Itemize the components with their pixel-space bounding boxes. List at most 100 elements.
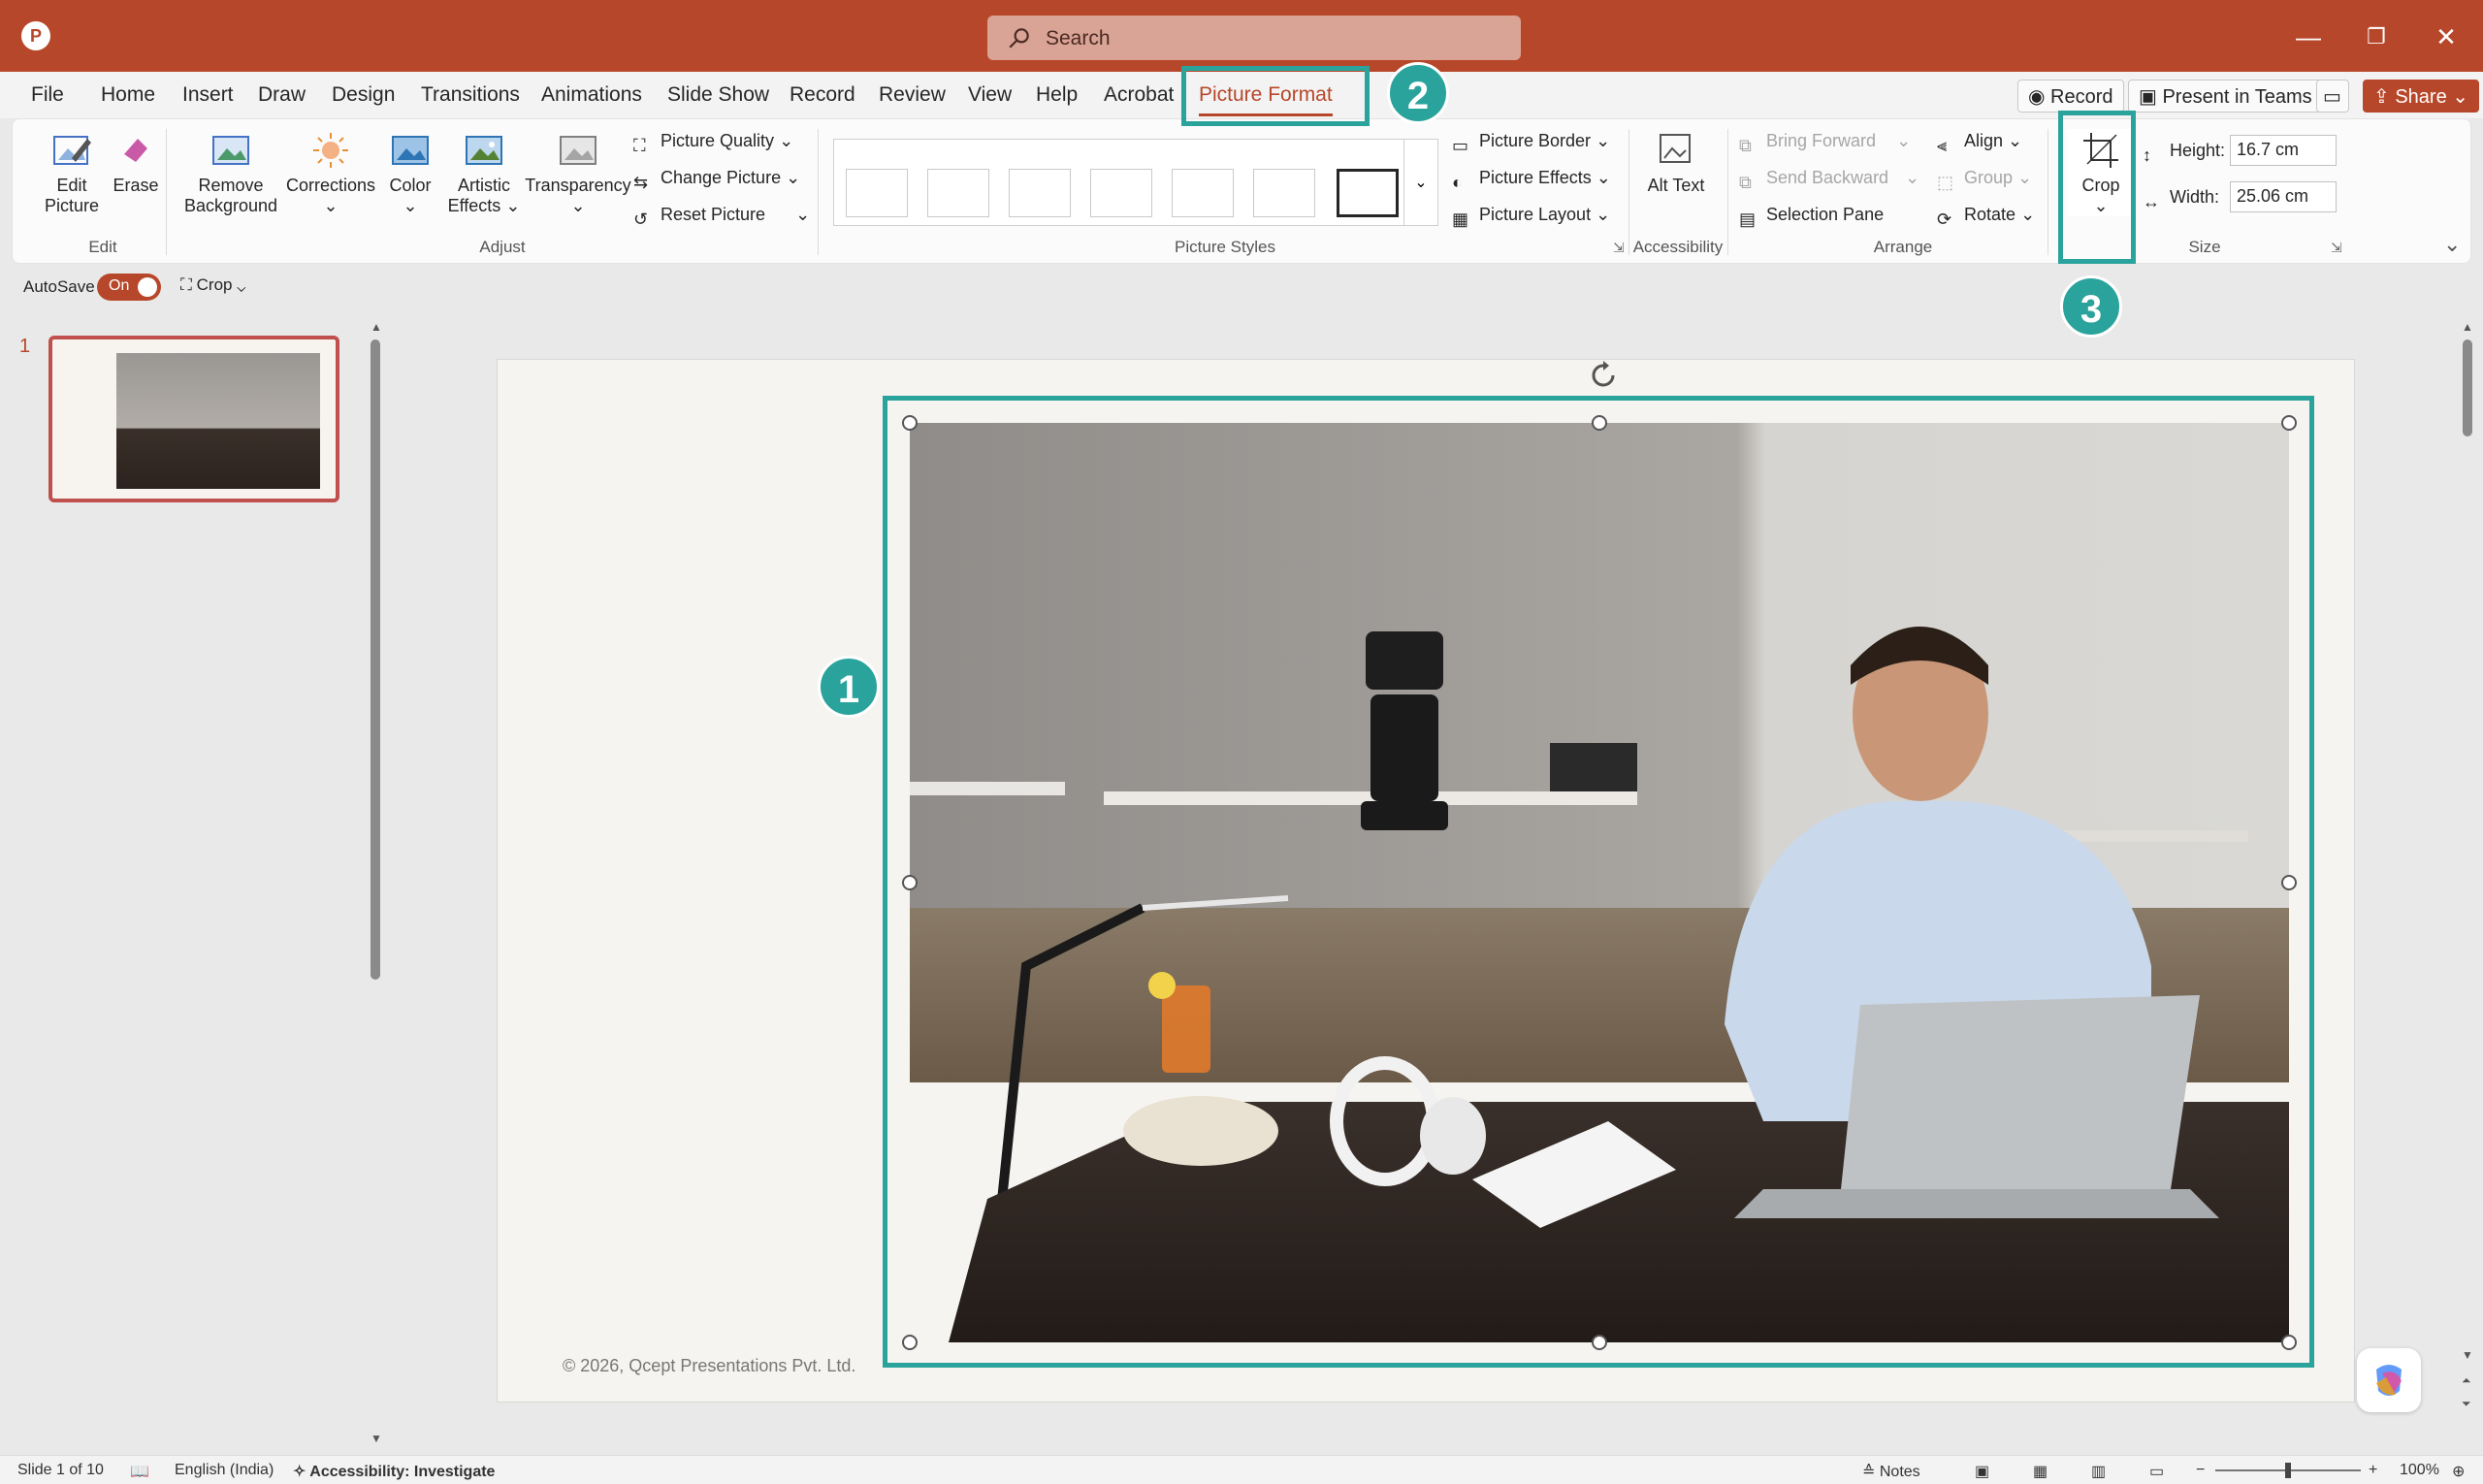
picture-style-2[interactable] (927, 169, 989, 217)
scrollbar-thumb[interactable] (2463, 339, 2472, 436)
resize-handle-left[interactable] (902, 875, 918, 890)
picture-layout-button[interactable]: ▦ Picture Layout ⌄ (1452, 201, 1610, 229)
autosave-label: AutoSave (23, 277, 95, 296)
tab-view[interactable]: View (968, 83, 1012, 107)
tab-acrobat[interactable]: Acrobat (1104, 83, 1174, 107)
tab-record[interactable]: Record (790, 83, 855, 107)
slide-show-icon[interactable]: ▭ (2149, 1462, 2164, 1481)
group-button[interactable]: ⬚ Group ⌄ (1937, 164, 2032, 192)
resize-handle-top[interactable] (1592, 415, 1607, 431)
resize-handle-bottom-left[interactable] (902, 1335, 918, 1350)
collapse-ribbon-icon[interactable]: ⌄ (2443, 232, 2461, 257)
corrections-button[interactable]: Corrections ⌄ (282, 129, 379, 216)
rotate-handle-icon[interactable] (1587, 359, 1620, 392)
share-button[interactable]: ⇪ Share ⌄ (2363, 80, 2480, 113)
selected-picture[interactable] (910, 423, 2289, 1342)
picture-style-6[interactable] (1253, 169, 1315, 217)
tab-review[interactable]: Review (879, 83, 946, 107)
remove-background-button[interactable]: Remove Background (177, 129, 284, 216)
minimize-button[interactable]: — (2289, 17, 2328, 56)
tab-design[interactable]: Design (332, 83, 395, 107)
picture-style-5[interactable] (1172, 169, 1234, 217)
thumbnail-scrollbar[interactable]: ▲ ▼ (369, 320, 382, 1445)
width-input[interactable]: 25.06 cm (2230, 181, 2337, 212)
height-input[interactable]: 16.7 cm (2230, 135, 2337, 166)
language-indicator[interactable]: English (India) (175, 1462, 274, 1479)
record-button[interactable]: ◉ Record (2017, 80, 2124, 113)
slide-scrollbar[interactable]: ▲ ▼ ⏶ ⏷ (2460, 320, 2475, 1436)
powerpoint-window: P Search — ❐ ✕ File Home Insert Draw Des… (0, 0, 2483, 1484)
present-in-teams-button[interactable]: ▣ Present in Teams (2128, 80, 2323, 113)
erase-button[interactable]: Erase (102, 129, 170, 196)
tab-home[interactable]: Home (101, 83, 155, 107)
qat-crop-button[interactable]: ⛶ Crop ⌄ (180, 275, 245, 295)
fit-to-window-icon[interactable]: ⊕ (2452, 1462, 2465, 1481)
dialog-launcher-icon[interactable]: ⇲ (1613, 240, 1625, 256)
scroll-up-icon[interactable]: ▲ (371, 320, 382, 334)
accessibility-status[interactable]: ✧ Accessibility: Investigate (293, 1462, 495, 1481)
chevron-down-icon: ⌄ (779, 131, 794, 150)
reading-view-icon[interactable]: ▥ (2091, 1462, 2106, 1481)
picture-style-3[interactable] (1009, 169, 1071, 217)
picture-quality-button[interactable]: ⛶ Picture Quality ⌄ (633, 127, 794, 155)
tab-animations[interactable]: Animations (541, 83, 642, 107)
picture-style-1[interactable] (846, 169, 908, 217)
transparency-button[interactable]: Transparency ⌄ (525, 129, 631, 216)
comments-button[interactable]: ▭ (2316, 80, 2349, 113)
tab-file[interactable]: File (31, 83, 64, 107)
resize-handle-bottom[interactable] (1592, 1335, 1607, 1350)
status-bar: Slide 1 of 10 📖 English (India) ✧ Access… (0, 1455, 2483, 1484)
scroll-down-icon[interactable]: ▼ (2462, 1348, 2473, 1362)
resize-handle-top-right[interactable] (2281, 415, 2297, 431)
send-backward-button[interactable]: ⧉ Send Backward ⌄ (1739, 164, 1919, 192)
powerpoint-logo-icon[interactable]: P (21, 21, 50, 50)
tab-help[interactable]: Help (1036, 83, 1078, 107)
spelling-check-icon[interactable]: 📖 (130, 1462, 149, 1481)
close-button[interactable]: ✕ (2427, 17, 2466, 56)
scroll-down-icon[interactable]: ▼ (371, 1432, 382, 1445)
notes-button[interactable]: ≙ Notes (1862, 1462, 1920, 1481)
artistic-effects-label: Artistic Effects (447, 176, 510, 215)
resize-handle-bottom-right[interactable] (2281, 1335, 2297, 1350)
bring-forward-button[interactable]: ⧉ Bring Forward ⌄ (1739, 127, 1911, 155)
restore-button[interactable]: ❐ (2357, 17, 2396, 56)
picture-style-7[interactable] (1337, 169, 1399, 217)
zoom-in-icon[interactable]: + (2369, 1462, 2377, 1479)
picture-style-4[interactable] (1090, 169, 1152, 217)
tab-insert[interactable]: Insert (182, 83, 234, 107)
zoom-level[interactable]: 100% (2400, 1462, 2439, 1479)
normal-view-icon[interactable]: ▣ (1975, 1462, 1989, 1481)
change-picture-button[interactable]: ⇆ Change Picture ⌄ (633, 164, 800, 192)
rotate-button[interactable]: ⟳ Rotate ⌄ (1937, 201, 2035, 229)
picture-effects-button[interactable]: ◐ Picture Effects ⌄ (1452, 164, 1611, 192)
resize-handle-top-left[interactable] (902, 415, 918, 431)
search-box[interactable]: Search (987, 16, 1521, 60)
tab-slide-show[interactable]: Slide Show (667, 83, 769, 107)
reset-picture-button[interactable]: ↺ Reset Picture ⌄ (633, 201, 810, 229)
resize-handle-right[interactable] (2281, 875, 2297, 890)
selection-pane-button[interactable]: ▤ Selection Pane (1739, 201, 1884, 229)
group-label-size: Size (2188, 238, 2221, 256)
zoom-out-icon[interactable]: − (2196, 1462, 2205, 1479)
crop-icon: ⛶ (180, 275, 192, 294)
zoom-slider[interactable] (2215, 1463, 2361, 1478)
gallery-more-button[interactable]: ⌄ (1403, 139, 1438, 226)
color-button[interactable]: Color ⌄ (381, 129, 439, 216)
slide-thumbnail[interactable] (48, 336, 339, 502)
tab-transitions[interactable]: Transitions (421, 83, 520, 107)
alt-text-button[interactable]: Alt Text (1640, 129, 1712, 196)
previous-slide-icon[interactable]: ⏶ (2462, 1373, 2471, 1388)
picture-border-button[interactable]: ▭ Picture Border ⌄ (1452, 127, 1610, 155)
align-button[interactable]: ⫷ Align ⌄ (1937, 127, 2022, 155)
copilot-button[interactable] (2357, 1348, 2421, 1412)
zoom-slider-knob[interactable] (2285, 1463, 2291, 1478)
scroll-up-icon[interactable]: ▲ (2462, 320, 2473, 334)
slide-sorter-icon[interactable]: ▦ (2033, 1462, 2048, 1481)
autosave-toggle[interactable]: On (97, 274, 161, 301)
artistic-effects-button[interactable]: Artistic Effects ⌄ (443, 129, 525, 216)
next-slide-icon[interactable]: ⏷ (2462, 1397, 2471, 1411)
color-icon (392, 136, 429, 165)
scrollbar-thumb[interactable] (371, 339, 380, 980)
dialog-launcher-icon[interactable]: ⇲ (2331, 240, 2342, 256)
tab-draw[interactable]: Draw (258, 83, 306, 107)
